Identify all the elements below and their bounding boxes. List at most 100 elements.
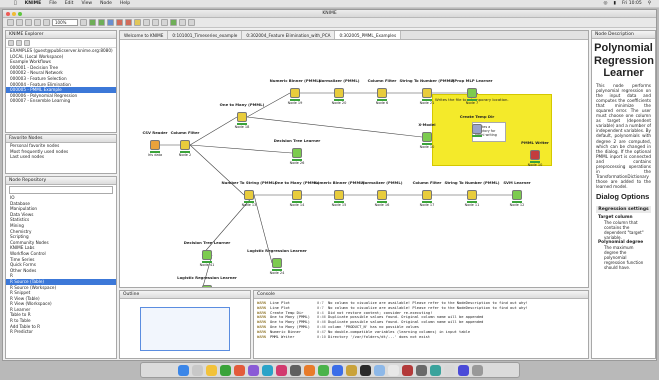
workflow-node[interactable]: String To Number (PMML) Node 11	[444, 180, 499, 207]
workflow-node[interactable]: Numeric Binner (PMML) Node 19	[270, 78, 321, 105]
workflow-node[interactable]: String To Number (PMML) Node 21	[399, 78, 454, 105]
editor-tab[interactable]: 0:302005_PMML_Examples	[335, 31, 402, 39]
explorer-link-icon[interactable]	[24, 40, 30, 46]
node-label: Number To String (PMML)	[221, 180, 277, 185]
clock[interactable]: Fri 10:05	[622, 1, 642, 6]
workflow-node[interactable]: Decision Tree Learner Node 41	[184, 240, 231, 267]
node-icon	[272, 258, 282, 268]
workflow-node[interactable]: Column Filter Node 17	[413, 180, 442, 207]
dock-app-icon[interactable]	[233, 364, 245, 376]
node-label: CSV Reader	[142, 130, 168, 135]
spotlight-icon[interactable]: ⚲	[648, 1, 651, 6]
dock-app-icon[interactable]	[317, 364, 329, 376]
cancel-icon[interactable]	[116, 19, 123, 26]
dock-app-icon[interactable]	[345, 364, 357, 376]
grid-icon[interactable]	[80, 19, 87, 26]
dock-app-icon[interactable]	[415, 364, 427, 376]
editor-tab[interactable]: 0:101001_Timeseries_example	[168, 31, 243, 39]
outline-viewport[interactable]	[140, 307, 230, 351]
explorer-item[interactable]: 000007 - Ensemble Learning	[6, 98, 116, 104]
dock-app-icon[interactable]	[191, 364, 203, 376]
workflow-node[interactable]: Normalizer (PMML) Node 20	[319, 78, 360, 105]
menu-app[interactable]: KNIME	[25, 1, 41, 6]
explorer-refresh-icon[interactable]	[8, 40, 14, 46]
meta-icon[interactable]	[179, 19, 186, 26]
workflow-node[interactable]: X-Model Node 10	[418, 122, 435, 149]
execute-all-icon[interactable]	[98, 19, 105, 26]
zoom-icon[interactable]	[18, 12, 22, 16]
open-view-icon[interactable]	[143, 19, 150, 26]
dock-app-icon[interactable]	[457, 364, 469, 376]
node-caption: Node 6	[375, 101, 389, 105]
favorites-item[interactable]: Last used nodes	[6, 154, 116, 160]
workflow-node[interactable]: One to Many (PMML) Node 14	[275, 180, 320, 207]
dock-app-icon[interactable]	[261, 364, 273, 376]
apple-icon[interactable]: 	[14, 1, 17, 6]
new-icon[interactable]	[7, 19, 14, 26]
execute-icon[interactable]	[89, 19, 96, 26]
workflow-node[interactable]: One to Many (PMML) Node 18	[220, 102, 265, 129]
editor-tab[interactable]: Welcome to KNIME	[120, 31, 169, 39]
minimize-icon[interactable]	[12, 12, 16, 16]
workflow-node[interactable]: CSV Reader Iris data	[142, 130, 167, 157]
dock-app-icon[interactable]	[373, 364, 385, 376]
console-row: WARN PMML Writer 0:10 Directory '/var/folde…	[257, 335, 585, 340]
favorites-panel: Favorite Nodes Personal favorite nodes Mo…	[5, 134, 117, 174]
reset-icon[interactable]	[134, 19, 141, 26]
layout-icon[interactable]	[152, 19, 159, 26]
workflow-node[interactable]: Decision Tree Learner Node 26	[274, 138, 321, 165]
dock-app-icon[interactable]	[303, 364, 315, 376]
workflow-node[interactable]: Numeric Binner (PMML) Node 15	[314, 180, 365, 207]
node-label: Normalizer (PMML)	[318, 78, 360, 83]
workflow-node[interactable]: SVM Learner Node 12	[503, 180, 530, 207]
dock-app-icon[interactable]	[275, 364, 287, 376]
dock-app-icon[interactable]	[401, 364, 413, 376]
explorer-collapse-icon[interactable]	[16, 40, 22, 46]
save-icon[interactable]	[16, 19, 23, 26]
workflow-node[interactable]: Create Temp Dir	[460, 114, 494, 137]
dock-app-icon[interactable]	[443, 364, 455, 376]
editor-tab[interactable]: 0:302004_Feature Elimination_with_PCA	[242, 31, 336, 39]
zoom-select[interactable]: 100%	[52, 19, 78, 26]
explorer-item[interactable]: EXAMPLES (guest@publicserver.knime.org:8…	[6, 48, 116, 54]
repository-item[interactable]: R Predictor	[6, 329, 116, 335]
close-icon[interactable]	[6, 12, 10, 16]
dock-app-icon[interactable]	[387, 364, 399, 376]
menu-file[interactable]: File	[49, 1, 57, 6]
workflow-node[interactable]: Number To String (PMML) Node 13	[221, 180, 276, 207]
step-icon[interactable]	[170, 19, 177, 26]
dock-app-icon[interactable]	[247, 364, 259, 376]
workflow-node[interactable]: Column Filter Node 2	[171, 130, 200, 157]
redo-icon[interactable]	[43, 19, 50, 26]
repository-search-input[interactable]	[9, 186, 113, 194]
undo-icon[interactable]	[34, 19, 41, 26]
dock-app-icon[interactable]	[429, 364, 441, 376]
dock-app-icon[interactable]	[471, 364, 483, 376]
workflow-node[interactable]: PMML Writer Node 10	[521, 140, 549, 167]
dock	[140, 362, 520, 378]
save-all-icon[interactable]	[25, 19, 32, 26]
dock-app-icon[interactable]	[289, 364, 301, 376]
menu-view[interactable]: View	[81, 1, 92, 6]
workflow-node[interactable]: Logistic Regression LearnerNode 42	[177, 275, 237, 287]
dock-app-icon[interactable]	[331, 364, 343, 376]
comment-icon[interactable]	[161, 19, 168, 26]
workflow-node[interactable]: Column Filter Node 6	[368, 78, 397, 105]
menu-node[interactable]: Node	[100, 1, 112, 6]
workflow-node[interactable]: RProp MLP Learner Node 7	[451, 78, 492, 105]
menu-help[interactable]: Help	[120, 1, 130, 6]
workflow-node[interactable]: Logistic Regression Learner Node 24	[247, 248, 307, 275]
battery-icon[interactable]: ▮	[613, 1, 615, 6]
node-icon	[180, 140, 190, 150]
dock-app-icon[interactable]	[359, 364, 371, 376]
play-icon[interactable]	[188, 19, 195, 26]
configure-icon[interactable]	[107, 19, 114, 26]
workflow-node[interactable]: Normalizer (PMML) Node 16	[362, 180, 403, 207]
wifi-icon[interactable]: ◎	[604, 1, 608, 6]
dock-app-icon[interactable]	[219, 364, 231, 376]
workflow-canvas[interactable]: Writes the file to a temporary location.…	[120, 40, 588, 287]
cancel-all-icon[interactable]	[125, 19, 132, 26]
dock-app-icon[interactable]	[205, 364, 217, 376]
menu-edit[interactable]: Edit	[65, 1, 74, 6]
dock-app-icon[interactable]	[177, 364, 189, 376]
